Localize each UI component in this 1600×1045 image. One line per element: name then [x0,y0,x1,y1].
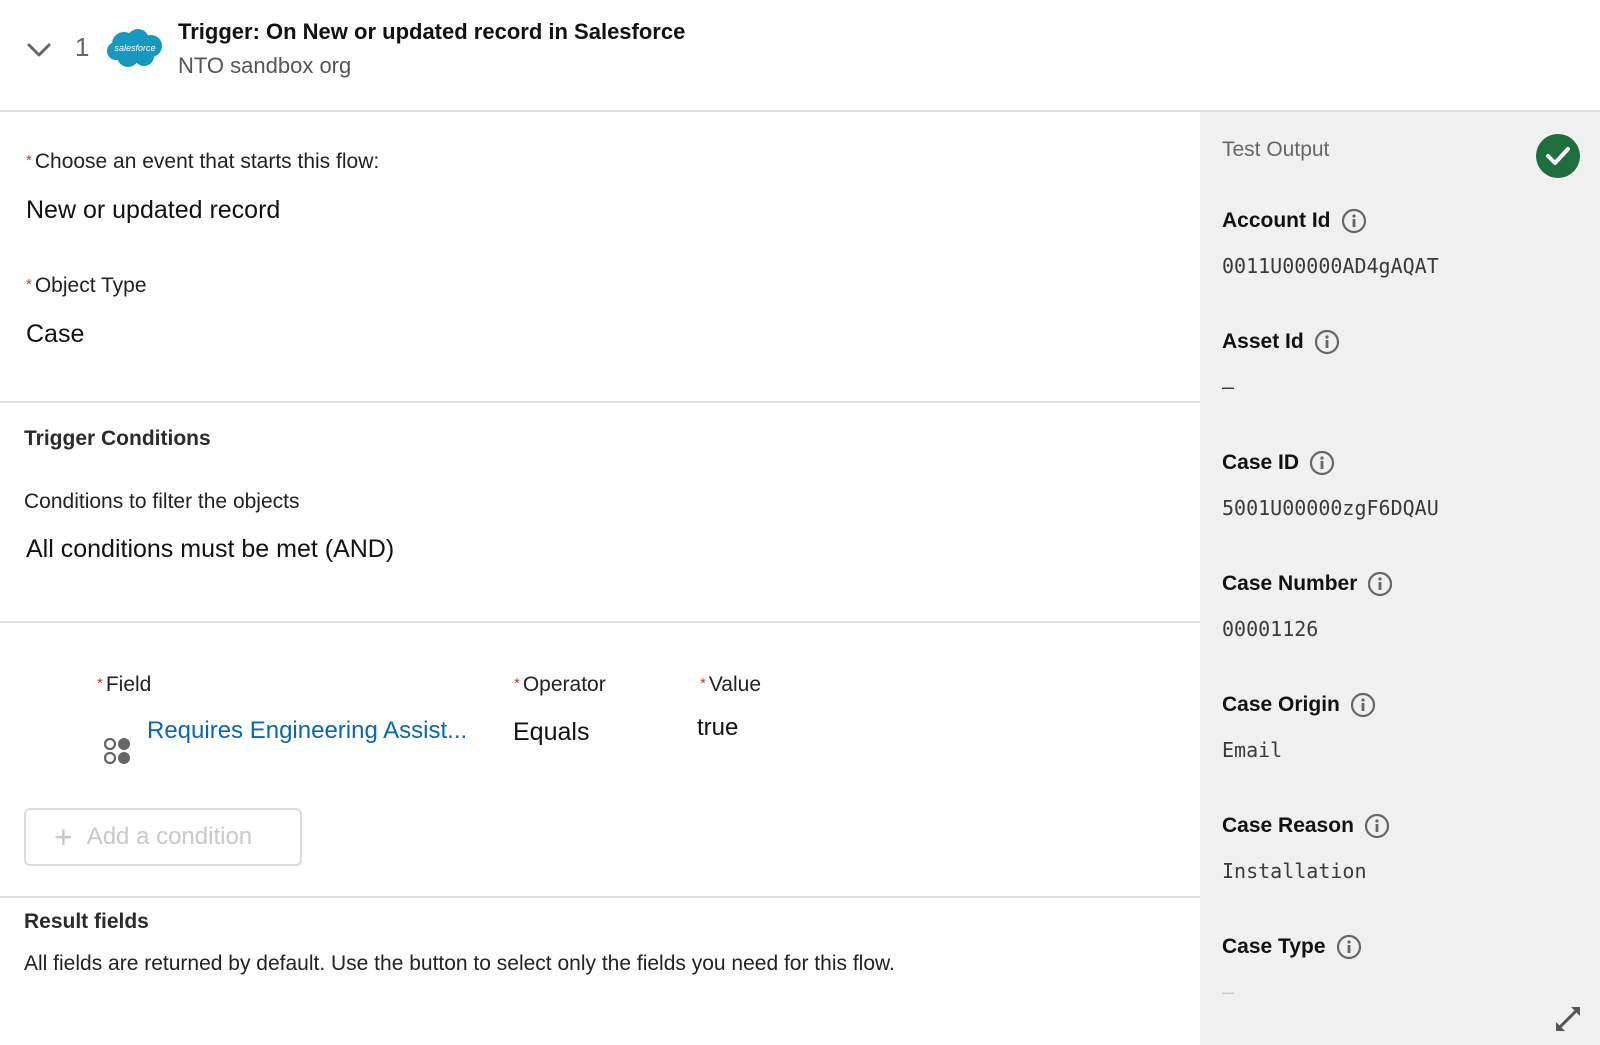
field-type-icon [103,737,130,765]
info-icon[interactable] [1350,692,1376,718]
output-item-case-origin: Case Origin Email [1222,692,1376,764]
info-icon[interactable] [1309,450,1335,476]
output-label: Asset Id [1222,330,1304,353]
plus-icon: + [54,819,73,855]
add-condition-button[interactable]: + Add a condition [24,808,302,866]
output-item-case-reason: Case Reason Installation [1222,813,1390,885]
value-column-header: * Value [700,673,761,696]
info-icon[interactable] [1367,571,1393,597]
operator-column-header: * Operator [514,673,606,696]
step-header: 1 salesforce Trigger: On New or updated … [0,0,1600,112]
output-label: Case Origin [1222,693,1340,716]
required-marker: * [26,276,32,293]
field-column-header: * Field [97,673,152,696]
info-icon[interactable] [1341,208,1367,234]
condition-value[interactable]: true [697,714,738,742]
output-item-case-id: Case ID 5001U00000zgF6DQAU [1222,450,1439,522]
output-value: – [1222,375,1235,399]
output-value: 5001U00000zgF6DQAU [1222,496,1439,520]
scroll-fade [1200,965,1600,1045]
divider [0,401,1200,403]
object-type-label: * Object Type [26,274,147,297]
event-value[interactable]: New or updated record [26,196,280,225]
info-icon[interactable] [1314,329,1340,355]
output-value: Installation [1222,859,1367,883]
output-item-case-number: Case Number 00001126 [1222,571,1393,643]
salesforce-logo: salesforce [107,29,162,67]
required-marker: * [97,675,103,692]
chevron-down-icon[interactable] [26,40,52,60]
object-type-value[interactable]: Case [26,320,84,349]
output-value: 0011U00000AD4gAQAT [1222,254,1439,278]
output-label: Case ID [1222,451,1300,474]
output-item-account-id: Account Id 0011U00000AD4gAQAT [1222,208,1439,280]
add-condition-label: Add a condition [86,823,253,850]
required-marker: * [514,675,520,692]
info-icon[interactable] [1336,934,1362,960]
connection-name: NTO sandbox org [178,53,352,78]
result-fields-description: All fields are returned by default. Use … [24,952,895,975]
test-output-title: Test Output [1222,138,1330,161]
step-title: Trigger: On New or updated record in Sal… [178,19,686,44]
condition-field-link[interactable]: Requires Engineering Assist... [147,717,467,745]
required-marker: * [700,675,706,692]
output-value: 00001126 [1222,617,1319,641]
required-marker: * [26,152,32,169]
output-value: Email [1222,738,1283,762]
divider [0,621,1200,623]
output-label: Case Reason [1222,814,1354,837]
trigger-config: * Choose an event that starts this flow: … [0,112,1200,1045]
output-item-asset-id: Asset Id – [1222,329,1340,401]
trigger-conditions-title: Trigger Conditions [24,427,211,450]
event-label: * Choose an event that starts this flow: [26,150,380,173]
filter-label: Conditions to filter the objects [24,490,300,513]
output-label: Case Number [1222,572,1358,595]
info-icon[interactable] [1364,813,1390,839]
step-number: 1 [75,32,90,62]
filter-value[interactable]: All conditions must be met (AND) [26,535,394,564]
result-fields-title: Result fields [24,910,149,933]
output-label: Account Id [1222,209,1331,232]
success-check-icon [1536,134,1580,178]
output-label: Case Type [1222,935,1326,958]
salesforce-logo-text: salesforce [114,43,155,53]
condition-operator[interactable]: Equals [513,718,589,747]
test-output-panel: Test Output Account Id 0011U00000AD4gAQA… [1200,112,1600,1045]
expand-icon[interactable] [1554,1005,1582,1033]
divider [0,896,1200,898]
